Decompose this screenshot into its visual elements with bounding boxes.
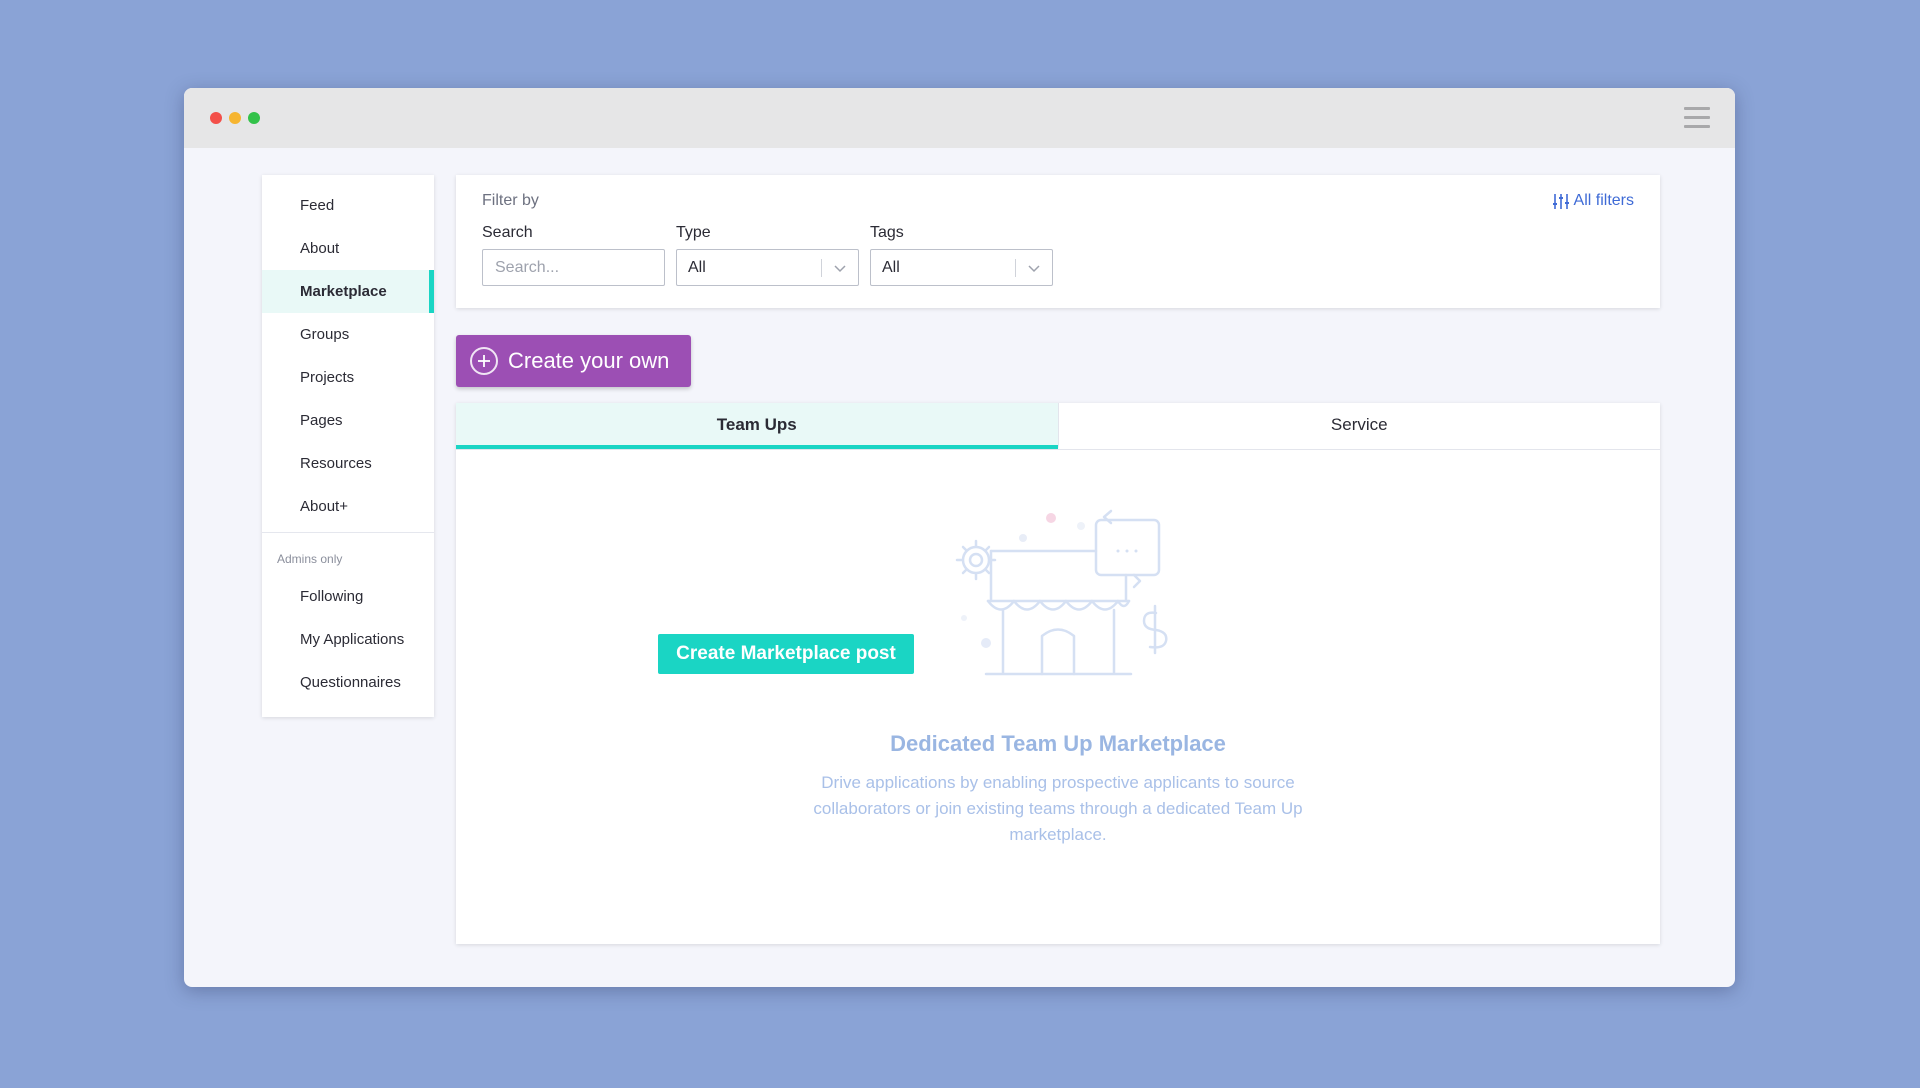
sidebar-nav: Feed About Marketplace Groups Projects P… bbox=[262, 175, 434, 717]
tags-select-value: All bbox=[882, 259, 900, 276]
search-input[interactable] bbox=[482, 249, 665, 286]
type-label: Type bbox=[676, 224, 711, 241]
app-window: Feed About Marketplace Groups Projects P… bbox=[184, 88, 1735, 987]
chevron-down-icon bbox=[834, 265, 846, 273]
chevron-down-icon bbox=[1028, 265, 1040, 273]
minimize-window-button[interactable] bbox=[229, 112, 241, 124]
sidebar-item-following[interactable]: Following bbox=[262, 575, 434, 618]
sidebar-item-feed[interactable]: Feed bbox=[262, 184, 434, 227]
sidebar-item-about-plus[interactable]: About+ bbox=[262, 485, 434, 528]
sliders-icon bbox=[1552, 193, 1569, 209]
search-label: Search bbox=[482, 224, 533, 241]
type-select[interactable]: All bbox=[676, 249, 859, 286]
sidebar-item-groups[interactable]: Groups bbox=[262, 313, 434, 356]
marketplace-panel: Team Ups Service Dedicated Team Up Marke… bbox=[456, 403, 1660, 944]
sidebar-item-projects[interactable]: Projects bbox=[262, 356, 434, 399]
tags-label: Tags bbox=[870, 224, 904, 241]
all-filters-label: All filters bbox=[1573, 192, 1634, 209]
plus-circle-icon bbox=[470, 347, 498, 375]
sidebar-item-about[interactable]: About bbox=[262, 227, 434, 270]
close-window-button[interactable] bbox=[210, 112, 222, 124]
empty-state-description: Drive applications by enabling prospecti… bbox=[813, 773, 1303, 844]
all-filters-link[interactable]: All filters bbox=[1552, 192, 1634, 210]
admins-only-label: Admins only bbox=[277, 552, 343, 566]
sidebar-item-marketplace[interactable]: Marketplace bbox=[262, 270, 434, 313]
filter-by-label: Filter by bbox=[482, 192, 539, 209]
tab-service[interactable]: Service bbox=[1057, 403, 1661, 449]
sidebar-item-pages[interactable]: Pages bbox=[262, 399, 434, 442]
sidebar-item-my-applications[interactable]: My Applications bbox=[262, 618, 434, 661]
filter-panel: Filter by All filters Search Type All bbox=[456, 175, 1660, 308]
sidebar-divider bbox=[262, 532, 434, 533]
type-select-value: All bbox=[688, 259, 706, 276]
sidebar-item-questionnaires[interactable]: Questionnaires bbox=[262, 661, 434, 704]
tab-team-ups[interactable]: Team Ups bbox=[456, 403, 1058, 449]
marketplace-storefront-icon bbox=[955, 509, 1168, 676]
empty-state-title: Dedicated Team Up Marketplace bbox=[890, 731, 1226, 756]
create-your-own-label: Create your own bbox=[508, 348, 670, 373]
tags-select[interactable]: All bbox=[870, 249, 1053, 286]
maximize-window-button[interactable] bbox=[248, 112, 260, 124]
window-titlebar bbox=[184, 88, 1735, 148]
hamburger-menu-icon[interactable] bbox=[1684, 107, 1710, 129]
sidebar-item-resources[interactable]: Resources bbox=[262, 442, 434, 485]
marketplace-tabs: Team Ups Service bbox=[456, 403, 1660, 450]
create-your-own-button[interactable]: Create your own bbox=[456, 335, 691, 387]
create-marketplace-post-button[interactable]: Create Marketplace post bbox=[658, 634, 914, 674]
